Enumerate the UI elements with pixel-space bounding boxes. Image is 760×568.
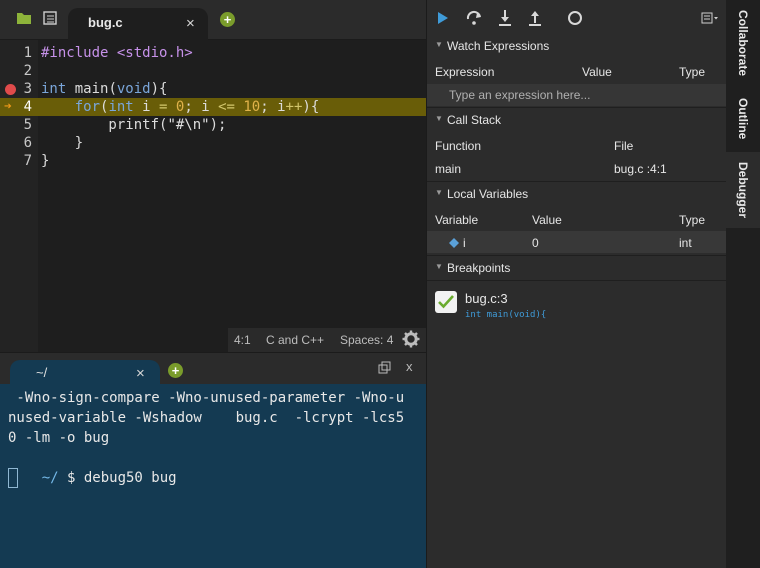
code-text: #include <stdio.h> bbox=[41, 45, 193, 61]
debugger-toolbar bbox=[427, 0, 727, 36]
line-number[interactable]: 7 bbox=[8, 152, 32, 170]
terminal-prompt-line: ~/ $ debug50 bug bbox=[8, 448, 177, 508]
step-into-icon[interactable] bbox=[497, 9, 513, 30]
variable-type: int bbox=[679, 236, 692, 250]
code-text: printf("#\n"); bbox=[41, 117, 227, 133]
close-pane-icon[interactable]: x bbox=[406, 359, 413, 374]
files-list-icon[interactable] bbox=[42, 11, 60, 27]
column-header: Type bbox=[679, 65, 706, 79]
section-title: Watch Expressions bbox=[447, 39, 550, 53]
line-number[interactable]: 2 bbox=[8, 62, 32, 80]
prompt-command: $ debug50 bug bbox=[58, 470, 177, 486]
divider bbox=[427, 280, 727, 281]
section-title: Local Variables bbox=[447, 187, 529, 201]
column-header: Type bbox=[679, 213, 706, 227]
variable-name: i bbox=[463, 236, 466, 250]
indent-setting[interactable]: Spaces: 4 bbox=[340, 333, 393, 347]
column-header: Value bbox=[532, 213, 562, 227]
tab-label: Outline bbox=[736, 98, 750, 140]
tab-label: Debugger bbox=[736, 162, 750, 219]
new-tab-button[interactable]: + bbox=[220, 12, 235, 27]
call-stack-header[interactable]: ▼ Call Stack bbox=[427, 109, 727, 131]
call-stack-function[interactable]: main bbox=[435, 162, 461, 176]
divider bbox=[427, 255, 727, 256]
terminal-cursor bbox=[8, 468, 18, 488]
collapse-caret-icon: ▼ bbox=[435, 262, 443, 271]
code-line[interactable]: 5 printf("#\n"); bbox=[0, 116, 426, 134]
variable-value[interactable]: 0 bbox=[532, 236, 539, 250]
section-title: Call Stack bbox=[447, 113, 502, 127]
editor-tab-bar: bug.c × + bbox=[0, 0, 426, 40]
step-over-icon[interactable] bbox=[465, 10, 483, 29]
tab-collaborate[interactable]: Collaborate bbox=[726, 10, 760, 90]
code-text: } bbox=[41, 135, 84, 151]
code-text: for(int i = 0; i <= 10; i++){ bbox=[74, 99, 320, 115]
panel-menu-icon[interactable] bbox=[701, 12, 719, 27]
current-execution-line[interactable]: ➔ 4 for(int i = 0; i <= 10; i++){ bbox=[0, 98, 426, 116]
local-variable-row[interactable]: i 0 int bbox=[427, 231, 727, 253]
prompt-path: ~/ bbox=[41, 470, 59, 486]
column-header: Expression bbox=[435, 65, 495, 79]
line-number[interactable]: 3 bbox=[8, 80, 32, 98]
folder-icon[interactable] bbox=[16, 11, 34, 27]
column-header: Variable bbox=[435, 213, 479, 227]
debugger-panel: ▼ Watch Expressions Expression Value Typ… bbox=[426, 0, 727, 568]
code-line[interactable]: 2 bbox=[0, 62, 426, 80]
breakpoint-enabled-checkbox[interactable] bbox=[435, 291, 457, 313]
terminal-tab-label: ~/ bbox=[36, 365, 48, 380]
language-mode[interactable]: C and C++ bbox=[266, 333, 324, 347]
code-editor[interactable]: 1 #include <stdio.h> 2 3 int main(void){➔ 4 f… bbox=[0, 40, 426, 352]
code-line[interactable]: 1 #include <stdio.h> bbox=[0, 44, 426, 62]
deactivate-breakpoints-icon[interactable] bbox=[567, 10, 583, 29]
line-number[interactable]: 4 bbox=[8, 98, 32, 116]
column-header: Value bbox=[582, 65, 612, 79]
terminal-tab[interactable]: ~/ × bbox=[10, 360, 160, 385]
terminal-output[interactable]: -Wno-sign-compare -Wno-unused-parameter … bbox=[0, 384, 426, 568]
close-tab-icon[interactable]: × bbox=[186, 16, 195, 31]
collapse-caret-icon: ▼ bbox=[435, 188, 443, 197]
new-terminal-button[interactable]: + bbox=[168, 363, 183, 378]
breakpoint-location[interactable]: bug.c:3 bbox=[465, 291, 508, 306]
line-number[interactable]: 5 bbox=[8, 116, 32, 134]
maximize-pane-icon[interactable] bbox=[378, 361, 391, 379]
code-line[interactable]: 6 } bbox=[0, 134, 426, 152]
column-header: Function bbox=[435, 139, 482, 153]
collapse-caret-icon: ▼ bbox=[435, 40, 443, 49]
breakpoint-code-snippet: int main(void){ bbox=[465, 310, 547, 320]
resume-icon[interactable] bbox=[437, 11, 449, 28]
side-panel-tabs: Collaborate Outline Debugger bbox=[726, 0, 760, 568]
close-terminal-tab-icon[interactable]: × bbox=[136, 366, 145, 381]
tab-debugger[interactable]: Debugger bbox=[726, 152, 760, 228]
terminal-tab-bar: ~/ × + x bbox=[0, 352, 426, 385]
line-number[interactable]: 1 bbox=[8, 44, 32, 62]
watch-expressions-header[interactable]: ▼ Watch Expressions bbox=[427, 35, 727, 57]
column-header: File bbox=[614, 139, 634, 153]
code-line[interactable]: 7} bbox=[0, 152, 426, 170]
divider bbox=[427, 107, 727, 108]
editor-tab-label: bug.c bbox=[88, 15, 123, 30]
call-stack-file[interactable]: bug.c :4:1 bbox=[614, 162, 667, 176]
code-text: } bbox=[41, 153, 50, 169]
step-out-icon[interactable] bbox=[527, 9, 543, 30]
section-title: Breakpoints bbox=[447, 261, 511, 275]
code-line[interactable]: 3 int main(void){ bbox=[0, 80, 426, 98]
code-text: int main(void){ bbox=[41, 81, 168, 97]
divider bbox=[427, 181, 727, 182]
tab-outline[interactable]: Outline bbox=[726, 98, 760, 148]
tab-label: Collaborate bbox=[736, 10, 750, 77]
terminal-output-line: -Wno-sign-compare -Wno-unused-parameter … bbox=[8, 390, 405, 406]
gear-icon[interactable] bbox=[402, 330, 420, 351]
breakpoints-header[interactable]: ▼ Breakpoints bbox=[427, 257, 727, 279]
watch-expression-input[interactable] bbox=[427, 84, 727, 106]
local-variables-header[interactable]: ▼ Local Variables bbox=[427, 183, 727, 205]
terminal-output-line: 0 -lm -o bug bbox=[8, 430, 110, 446]
editor-status-bar: 4:1 C and C++ Spaces: 4 bbox=[228, 328, 426, 352]
cursor-position[interactable]: 4:1 bbox=[234, 333, 251, 347]
terminal-output-line: nused-variable -Wshadow bug.c -lcrypt -l… bbox=[8, 410, 405, 426]
collapse-caret-icon: ▼ bbox=[435, 114, 443, 123]
line-number[interactable]: 6 bbox=[8, 134, 32, 152]
variable-diamond-icon bbox=[449, 237, 459, 251]
editor-tab-bug-c[interactable]: bug.c × bbox=[68, 8, 208, 40]
